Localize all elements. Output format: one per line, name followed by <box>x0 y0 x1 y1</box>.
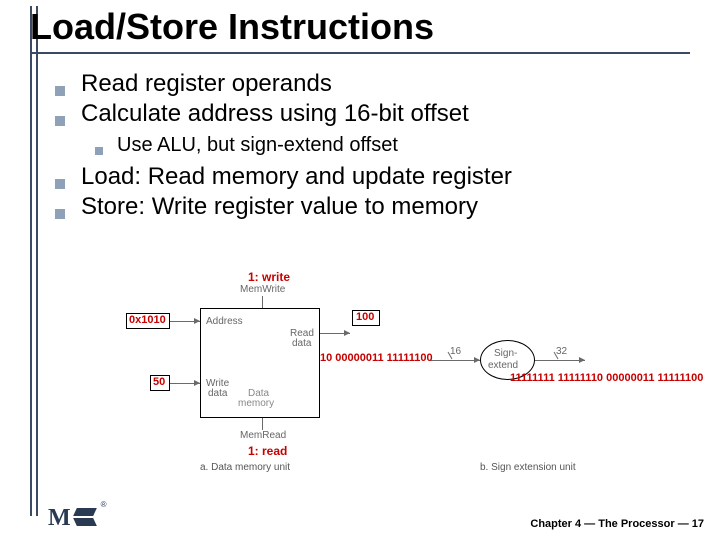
publisher-logo: M ® <box>48 506 107 530</box>
title-block: Load/Store Instructions <box>30 6 690 54</box>
address-port: Address <box>206 316 243 327</box>
wire <box>430 360 480 361</box>
bullet-2: Calculate address using 16-bit offset <box>55 100 705 128</box>
wire <box>262 296 263 308</box>
bullet-4: Store: Write register value to memory <box>55 193 705 221</box>
logo-k-icon <box>75 506 97 528</box>
caption-b: b. Sign extension unit <box>480 462 576 473</box>
arrow-icon <box>344 330 350 336</box>
bullet-icon <box>55 179 65 189</box>
bullet-icon <box>55 116 65 126</box>
bullet-text: Read register operands <box>81 70 332 98</box>
memread-port: MemRead <box>240 430 286 441</box>
bullet-text: Load: Read memory and update register <box>81 163 512 191</box>
arrow-icon <box>194 380 200 386</box>
addr-value: 0x1010 <box>129 314 166 326</box>
bullet-text: Calculate address using 16-bit offset <box>81 100 469 128</box>
arrow-icon <box>579 357 585 363</box>
writedata-port2: data <box>208 388 227 399</box>
read-label: 1: read <box>248 444 287 458</box>
wdata-value: 50 <box>153 376 165 388</box>
width-16: 16 <box>450 346 461 357</box>
bullet-text: Store: Write register value to memory <box>81 193 478 221</box>
wire <box>535 360 585 361</box>
binary-out: 11111111 11111110 00000011 11111100 <box>510 372 703 384</box>
bullet-icon <box>95 147 103 155</box>
write-label: 1: write <box>248 270 290 284</box>
wire <box>262 418 263 430</box>
binary-in: 10 00000011 11111100 <box>320 352 433 364</box>
sign-ext-lbl2: extend <box>488 360 518 371</box>
logo-m-icon: M <box>48 506 71 530</box>
bullet-icon <box>55 86 65 96</box>
datamem-lbl2: memory <box>238 398 274 409</box>
bullet-1: Read register operands <box>55 70 705 98</box>
diagram-area: 1: write MemWrite Address Read data Writ… <box>80 270 700 490</box>
arrow-icon <box>194 318 200 324</box>
bullet-3: Load: Read memory and update register <box>55 163 705 191</box>
slide-footer: Chapter 4 — The Processor — 17 <box>530 518 704 530</box>
caption-a: a. Data memory unit <box>200 462 290 473</box>
memwrite-port: MemWrite <box>240 284 285 295</box>
bullet-text: Use ALU, but sign-extend offset <box>117 134 398 157</box>
width-32: 32 <box>556 346 567 357</box>
bullet-icon <box>55 209 65 219</box>
rule-horizontal <box>30 52 690 54</box>
subbullet-2a: Use ALU, but sign-extend offset <box>95 134 705 157</box>
rule-vertical-1 <box>30 6 32 516</box>
rdata-value: 100 <box>356 311 374 323</box>
slide-title: Load/Store Instructions <box>30 6 690 50</box>
rule-vertical-2 <box>36 6 38 516</box>
bullet-content: Read register operands Calculate address… <box>55 70 705 223</box>
readdata-port2: data <box>292 338 311 349</box>
registered-icon: ® <box>101 500 107 509</box>
sign-ext-lbl1: Sign- <box>494 348 517 359</box>
arrow-icon <box>474 357 480 363</box>
